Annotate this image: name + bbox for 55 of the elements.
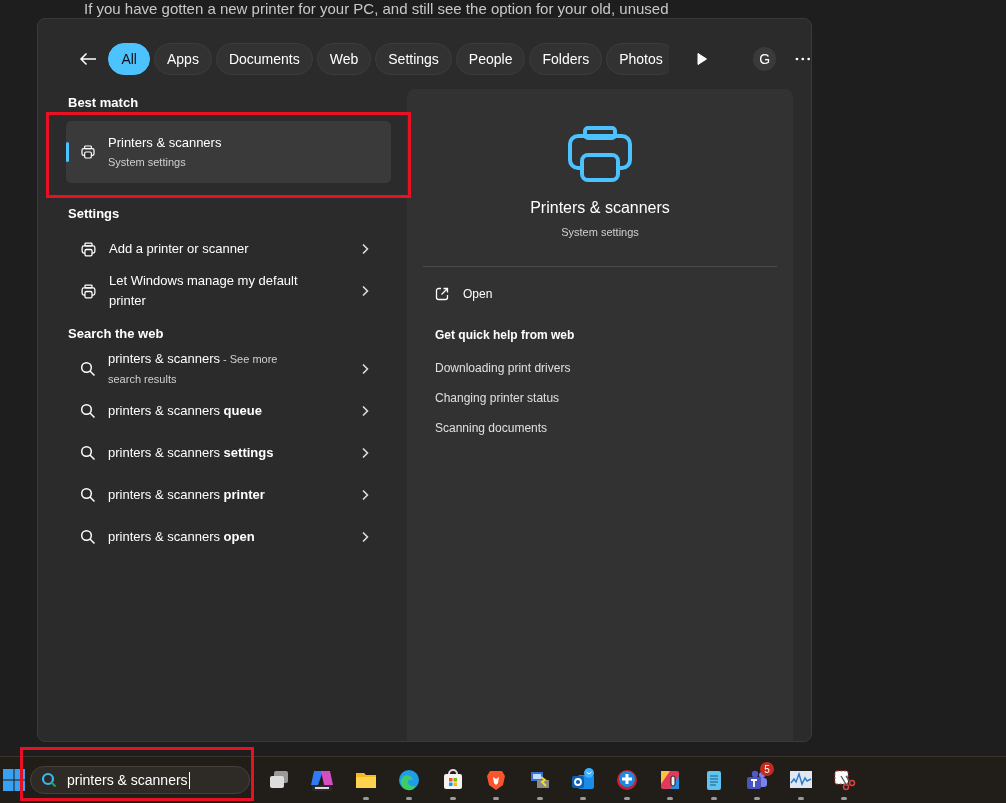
chevron-right-icon — [361, 405, 369, 417]
article-text: If you have gotten a new printer for your PC, and still see the option for your old, unused — [84, 0, 670, 17]
chevron-right-icon — [361, 489, 369, 501]
preview-subtitle: System settings — [561, 226, 639, 238]
filter-tab[interactable]: Web — [316, 43, 372, 75]
chevron-right-icon — [361, 531, 369, 543]
filter-tab[interactable]: Apps — [154, 43, 212, 75]
web-search-result[interactable]: printers & scanners printer — [66, 474, 391, 516]
section-heading: Settings — [68, 206, 121, 222]
taskbar-search-field[interactable]: printers & scanners — [30, 766, 250, 794]
section-heading: Best match — [68, 95, 140, 111]
search-icon — [80, 403, 96, 419]
web-search-result[interactable]: printers & scanners - See more search results — [66, 348, 391, 390]
help-heading: Get quick help from web — [435, 328, 575, 342]
web-search-result[interactable]: printers & scanners open — [66, 516, 391, 558]
chevron-right-icon — [361, 447, 369, 459]
notification-badge: 5 — [760, 762, 774, 776]
open-external-icon — [435, 287, 449, 301]
chevron-right-icon — [361, 285, 369, 297]
printer-icon — [80, 282, 97, 300]
search-icon — [80, 529, 96, 545]
back-arrow-icon — [78, 52, 97, 66]
preview-title: Printers & scanners — [530, 199, 670, 217]
section-heading: Search the web — [68, 326, 165, 342]
search-icon — [41, 772, 57, 788]
start-button[interactable] — [3, 769, 25, 791]
result-subtitle: System settings — [108, 155, 187, 170]
more-icon[interactable] — [795, 57, 811, 61]
settings-result[interactable]: Let Windows manage my default printer — [66, 270, 391, 312]
result-title: Printers & scanners — [108, 134, 222, 152]
filter-tab[interactable]: Settings — [375, 43, 452, 75]
web-search-result[interactable]: printers & scanners settings — [66, 432, 391, 474]
chevron-right-icon — [361, 363, 369, 375]
account-avatar[interactable]: G — [753, 47, 777, 71]
plus-icon[interactable] — [614, 768, 639, 792]
settings-result[interactable]: Add a printer or scanner — [66, 228, 391, 270]
search-icon — [80, 361, 96, 377]
filter-tab[interactable]: People — [455, 43, 526, 75]
search-icon — [80, 487, 96, 503]
printer-icon — [80, 144, 96, 160]
best-match-result[interactable]: Printers & scanners System settings — [66, 121, 391, 183]
search-icon — [80, 445, 96, 461]
web-search-result[interactable]: printers & scanners queue — [66, 390, 391, 432]
printer-icon — [80, 240, 97, 258]
help-link[interactable]: Scanning documents — [435, 421, 548, 435]
filter-tab[interactable]: Documents — [215, 43, 313, 75]
chevron-right-icon — [361, 243, 369, 255]
snip-icon[interactable] — [832, 768, 857, 792]
help-link[interactable]: Downloading print drivers — [435, 361, 571, 375]
open-action[interactable]: Open — [435, 287, 493, 301]
help-link[interactable]: Changing printer status — [435, 391, 560, 405]
printer-icon — [567, 125, 633, 183]
filter-tab[interactable]: Folders — [529, 43, 603, 75]
filter-tab[interactable]: Photos — [606, 43, 670, 75]
filter-tab[interactable]: All — [108, 43, 150, 75]
